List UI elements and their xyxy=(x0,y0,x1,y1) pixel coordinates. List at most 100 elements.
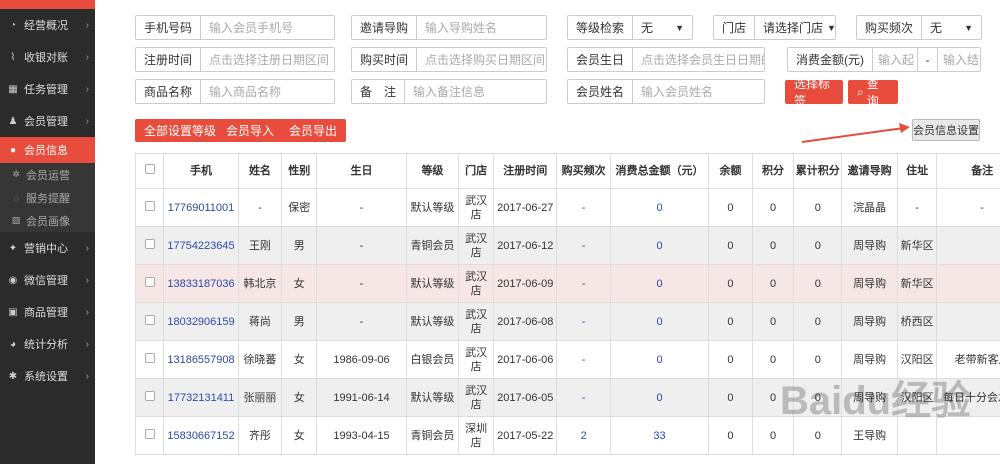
freq-select[interactable]: 购买频次无 ▼ xyxy=(856,15,982,40)
amount-from-input[interactable]: 输入起 xyxy=(873,48,918,71)
sidebar-subitem[interactable]: ✲ 会员运营 xyxy=(0,163,95,186)
import-members-button[interactable]: 会员导入 xyxy=(217,119,284,142)
table-cell: - xyxy=(556,302,611,341)
checkbox[interactable] xyxy=(144,352,155,363)
sidebar-item[interactable]: ✱ 系统设置 › xyxy=(0,360,95,392)
set-all-level-button[interactable]: 全部设置等级 xyxy=(135,119,226,142)
table-cell: 女 xyxy=(281,378,318,417)
sidebar-subitem[interactable]: ◌ 服务提醒 xyxy=(0,186,95,209)
row-checkbox-cell[interactable] xyxy=(134,378,165,417)
table-cell[interactable]: 17732131411 xyxy=(163,378,239,417)
table-cell: 0 xyxy=(708,226,753,265)
level-value[interactable]: 无 ▼ xyxy=(633,16,692,39)
birthday-input[interactable]: 点击选择会员生日日期的区 xyxy=(633,48,764,71)
member-info-settings-button[interactable]: 会员信息设置 xyxy=(912,119,980,141)
table-cell: 韩北京 xyxy=(237,264,283,303)
store-value[interactable]: 请选择门店 ▼ xyxy=(755,16,835,39)
checkbox[interactable] xyxy=(144,390,155,401)
row-checkbox-cell[interactable] xyxy=(134,340,165,379)
table-row[interactable]: 17754223645 王刚男 - 青铜会员 武汉店 2017-06-12-0 0 0 0 周导购… xyxy=(134,226,1000,265)
table-cell[interactable]: 13186557908 xyxy=(163,340,239,379)
row-checkbox-cell[interactable] xyxy=(134,302,165,341)
search-button[interactable]: ⌕ 查询 xyxy=(848,77,898,108)
checkbox[interactable] xyxy=(144,164,155,174)
store-select[interactable]: 门店 请选择门店 ▼ xyxy=(713,15,836,40)
name-input[interactable]: 输入会员姓名 xyxy=(633,80,764,103)
table-cell: - xyxy=(316,226,407,265)
table-cell[interactable]: 33 xyxy=(609,416,710,455)
table-row[interactable]: 18032906159 蒋尚男 - 默认等级 武汉店 2017-06-08-0 0 0 0 周导购… xyxy=(134,302,1000,341)
sidebar-item[interactable]: ◔ 经营概况 › xyxy=(0,9,95,41)
buytime-input[interactable]: 点击选择购买日期区间 xyxy=(417,48,546,71)
amount-field[interactable]: 消费金额(元) 输入起 - 输入结 xyxy=(787,47,981,72)
sidebar-item[interactable]: ♟ 会员管理 › xyxy=(0,105,95,137)
checkbox[interactable] xyxy=(144,200,155,211)
checkbox[interactable] xyxy=(144,276,155,287)
guide-input[interactable]: 输入导购姓名 xyxy=(417,16,546,39)
table-cell: 周导购 xyxy=(841,302,898,341)
table-cell: - xyxy=(316,302,407,341)
table-row[interactable]: 13833187036 韩北京女 - 默认等级 武汉店 2017-06-09-0 0 0 0 周导… xyxy=(134,264,1000,303)
table-cell[interactable]: 0 xyxy=(609,264,710,303)
table-cell[interactable]: 17754223645 xyxy=(163,226,239,265)
birthday-field[interactable]: 会员生日点击选择会员生日日期的区 xyxy=(567,47,765,72)
table-cell[interactable]: 17769011001 xyxy=(163,188,239,227)
export-members-button[interactable]: 会员导出 xyxy=(280,119,347,142)
goods-input[interactable]: 输入商品名称 xyxy=(201,80,334,103)
freq-value[interactable]: 无 ▼ xyxy=(922,16,981,39)
checkbox[interactable] xyxy=(144,428,155,439)
remark-input[interactable]: 输入备注信息 xyxy=(405,80,546,103)
select-tag-button[interactable]: 选择标签 xyxy=(785,77,843,108)
table-cell: 2017-05-22 xyxy=(493,416,558,455)
level-select[interactable]: 等级检索无 ▼ xyxy=(567,15,693,40)
regtime-input[interactable]: 点击选择注册日期区间 xyxy=(201,48,334,71)
phone-input[interactable]: 输入会员手机号 xyxy=(201,16,334,39)
table-cell: - xyxy=(316,188,407,227)
goods-field[interactable]: 商品名称 输入商品名称 xyxy=(135,79,335,104)
guide-field[interactable]: 邀请导购 输入导购姓名 xyxy=(351,15,547,40)
table-cell[interactable]: 13833187036 xyxy=(163,264,239,303)
table-cell: 蒋尚 xyxy=(237,302,283,341)
sidebar-item-member-info[interactable]: ● 会员信息 xyxy=(0,137,95,163)
table-cell: 武汉店 xyxy=(458,188,495,227)
table-cell: 0 xyxy=(708,378,753,417)
remark-label: 备 注 xyxy=(352,80,406,103)
sidebar-item[interactable]: ◕ 统计分析 › xyxy=(0,328,95,360)
sidebar-item[interactable]: ▣ 商品管理 › xyxy=(0,296,95,328)
sidebar-item[interactable]: ⌇ 收银对账 › xyxy=(0,41,95,73)
table-cell: 0 xyxy=(708,302,753,341)
amount-to-input[interactable]: 输入结 xyxy=(938,48,980,71)
table-header-row: 手机 姓名 性别 生日 等级 门店 注册时间 购买频次 消费总金额（元） 余额 积分 累计积分 邀请导购… xyxy=(134,153,1000,189)
chevron-right-icon: › xyxy=(85,115,89,127)
row-checkbox-cell[interactable] xyxy=(134,226,165,265)
select-all-checkbox[interactable] xyxy=(134,153,165,189)
name-field[interactable]: 会员姓名 输入会员姓名 xyxy=(567,79,765,104)
column-header: 注册时间 xyxy=(493,153,558,189)
table-cell[interactable]: 0 xyxy=(609,302,710,341)
cog-icon: ✱ xyxy=(8,370,18,382)
table-cell[interactable]: 0 xyxy=(609,188,710,227)
regtime-field[interactable]: 注册时间 点击选择注册日期区间 xyxy=(135,47,335,72)
row-checkbox-cell[interactable] xyxy=(134,416,165,455)
table-cell[interactable]: 0 xyxy=(609,378,710,417)
table-cell xyxy=(936,226,1000,265)
sidebar-item[interactable]: ◉ 微信管理 › xyxy=(0,264,95,296)
table-cell[interactable]: 0 xyxy=(609,226,710,265)
row-checkbox-cell[interactable] xyxy=(134,264,165,303)
phone-field[interactable]: 手机号码 输入会员手机号 xyxy=(135,15,335,40)
table-cell[interactable]: 18032906159 xyxy=(163,302,239,341)
sidebar-item[interactable]: ✦ 营销中心 › xyxy=(0,232,95,264)
table-cell[interactable]: 15830667152 xyxy=(163,416,239,455)
table-row[interactable]: 17769011001- 保密 - 默认等级 武汉店 2017-06-27-0 0 0 0 浣晶晶… xyxy=(134,188,1000,227)
column-header: 生日 xyxy=(316,153,407,189)
remark-field[interactable]: 备 注输入备注信息 xyxy=(351,79,547,104)
checkbox[interactable] xyxy=(144,238,155,249)
checkbox[interactable] xyxy=(144,314,155,325)
sidebar-subitem-label: 服务提醒 xyxy=(26,192,70,205)
row-checkbox-cell[interactable] xyxy=(134,188,165,227)
sidebar-subitem[interactable]: ▨ 会员画像 xyxy=(0,209,95,232)
table-cell[interactable]: 0 xyxy=(609,340,710,379)
sidebar-item[interactable]: ▦ 任务管理 › xyxy=(0,73,95,105)
table-cell: - xyxy=(556,188,611,227)
buytime-field[interactable]: 购买时间 点击选择购买日期区间 xyxy=(351,47,547,72)
